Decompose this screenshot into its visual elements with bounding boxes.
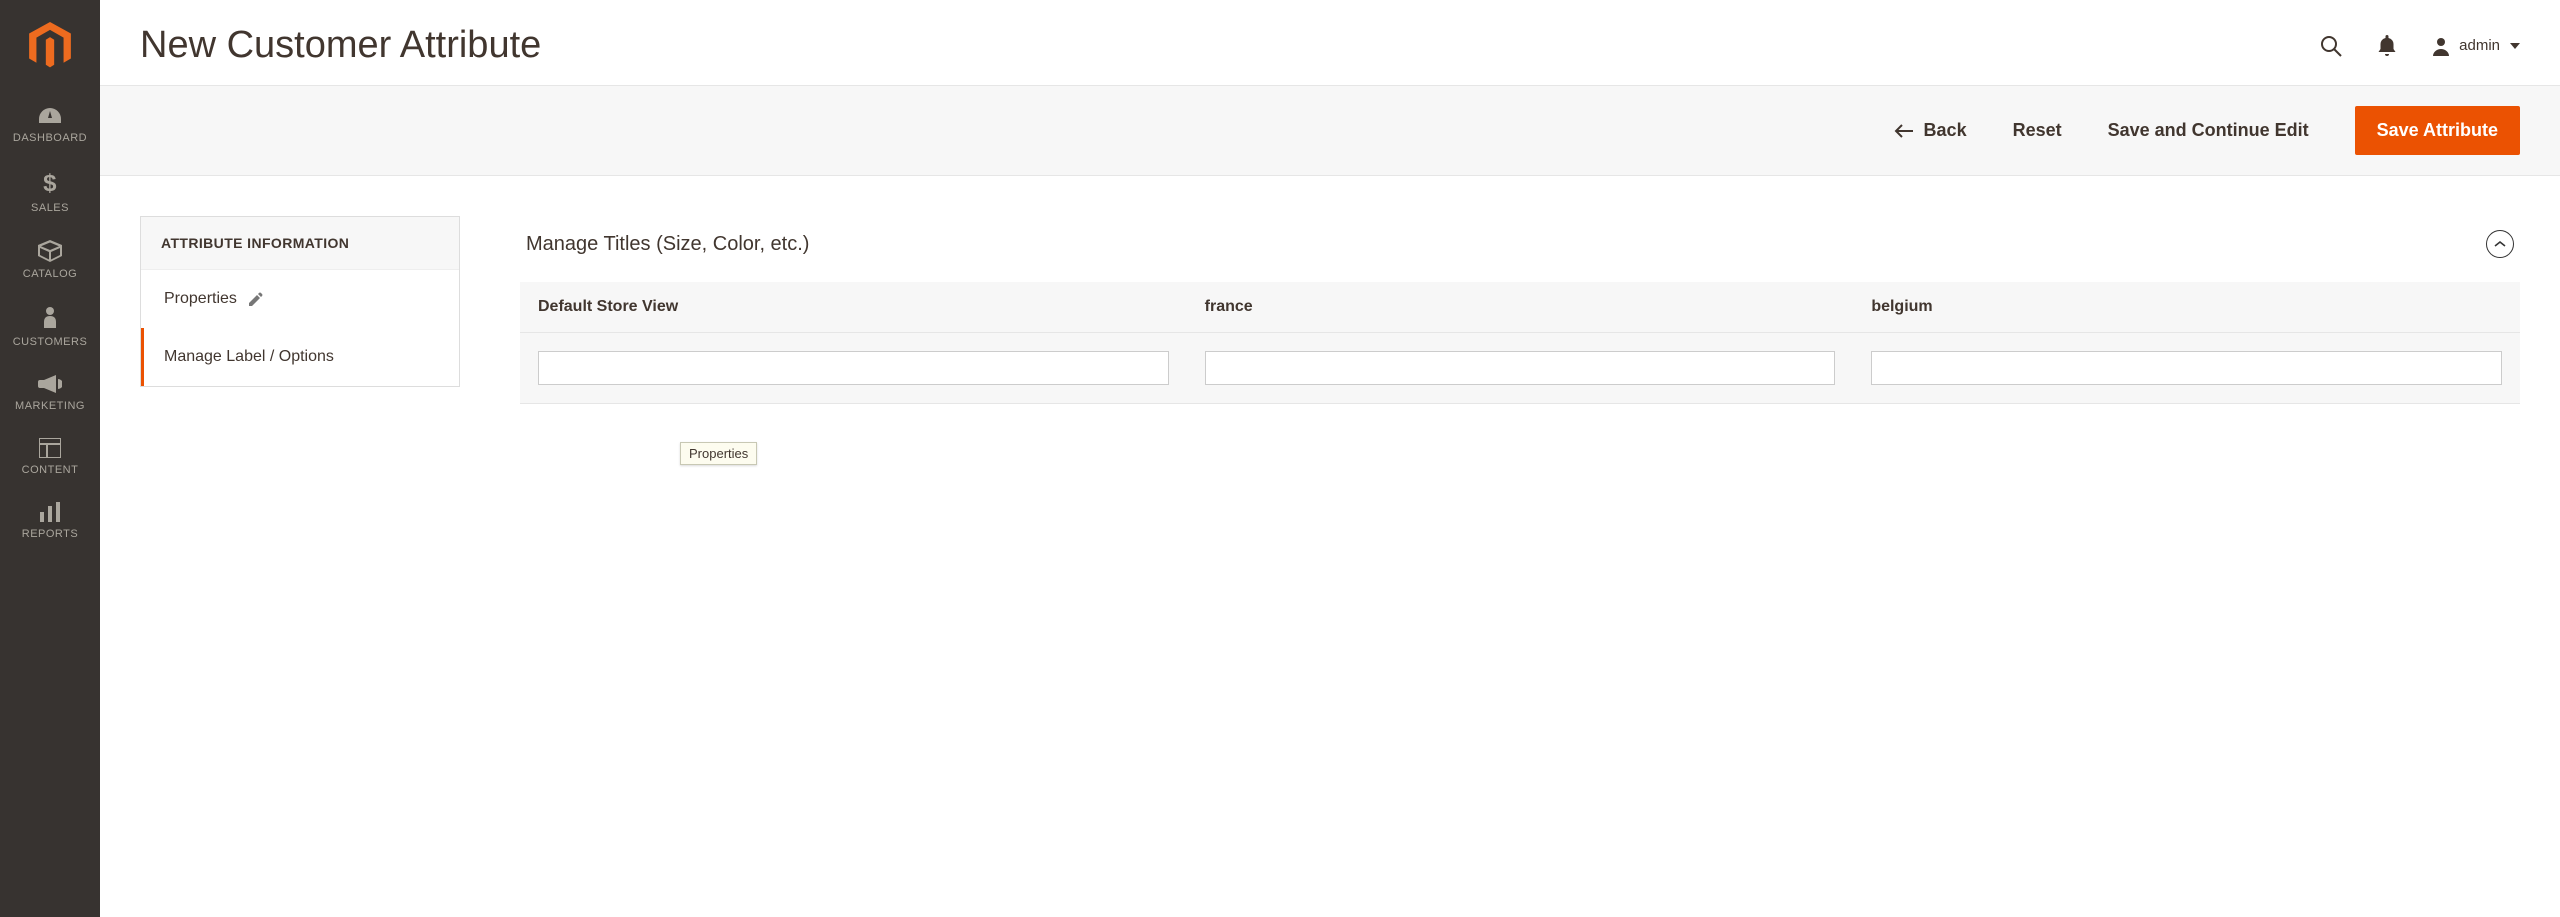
- sidebar-item-catalog[interactable]: CATALOG: [0, 228, 100, 294]
- save-continue-label: Save and Continue Edit: [2108, 120, 2309, 141]
- bar-chart-icon: [39, 502, 61, 522]
- section-title: Manage Titles (Size, Color, etc.): [526, 233, 809, 256]
- titles-table: Default Store View france belgium: [520, 282, 2520, 404]
- title-input-default-store-view[interactable]: [538, 351, 1169, 385]
- chevron-up-icon: [2494, 240, 2506, 248]
- tab-manage-label-options[interactable]: Manage Label / Options: [141, 328, 459, 386]
- sidebar-item-dashboard[interactable]: DASHBOARD: [0, 94, 100, 158]
- user-name: admin: [2459, 37, 2500, 54]
- title-input-belgium[interactable]: [1871, 351, 2502, 385]
- save-continue-button[interactable]: Save and Continue Edit: [2108, 120, 2309, 141]
- dashboard-icon: [37, 106, 63, 126]
- tab-label: Manage Label / Options: [164, 348, 334, 366]
- user-menu[interactable]: admin: [2431, 36, 2520, 56]
- col-header: france: [1187, 282, 1854, 333]
- table-header-row: Default Store View france belgium: [520, 282, 2520, 333]
- sidebar-label: CATALOG: [23, 268, 77, 280]
- sidebar-label: DASHBOARD: [13, 132, 87, 144]
- tooltip: Properties: [680, 442, 757, 465]
- sidebar-item-customers[interactable]: CUSTOMERS: [0, 294, 100, 362]
- save-attribute-button[interactable]: Save Attribute: [2355, 106, 2520, 155]
- back-button[interactable]: Back: [1894, 120, 1967, 141]
- svg-text:$: $: [43, 170, 57, 196]
- layout-icon: [39, 438, 61, 458]
- page-title: New Customer Attribute: [140, 24, 541, 67]
- person-icon: [42, 306, 58, 330]
- admin-sidebar: DASHBOARD $ SALES CATALOG CUSTOMERS MARK…: [0, 0, 100, 917]
- megaphone-icon: [38, 374, 62, 394]
- chevron-down-icon: [2510, 43, 2520, 49]
- col-header: Default Store View: [520, 282, 1187, 333]
- sidebar-item-sales[interactable]: $ SALES: [0, 158, 100, 228]
- sidebar-item-reports[interactable]: REPORTS: [0, 490, 100, 554]
- magento-logo-icon[interactable]: [29, 22, 71, 70]
- table-row: [520, 333, 2520, 404]
- dollar-icon: $: [42, 170, 58, 196]
- tab-properties[interactable]: Properties: [141, 270, 459, 328]
- search-icon[interactable]: [2319, 34, 2343, 58]
- sidebar-label: SALES: [31, 202, 69, 214]
- back-label: Back: [1924, 120, 1967, 141]
- title-input-france[interactable]: [1205, 351, 1836, 385]
- action-bar: Back Reset Save and Continue Edit Save A…: [100, 85, 2560, 176]
- attribute-info-panel: ATTRIBUTE INFORMATION Properties Manage …: [140, 216, 460, 387]
- reset-button[interactable]: Reset: [2013, 120, 2062, 141]
- reset-label: Reset: [2013, 120, 2062, 141]
- bell-icon[interactable]: [2377, 35, 2397, 57]
- user-icon: [2431, 36, 2451, 56]
- tab-label: Properties: [164, 290, 237, 308]
- arrow-left-icon: [1894, 124, 1914, 138]
- pencil-icon: [249, 292, 263, 306]
- col-header: belgium: [1853, 282, 2520, 333]
- sidebar-item-content[interactable]: CONTENT: [0, 426, 100, 490]
- attribute-info-title: ATTRIBUTE INFORMATION: [141, 217, 459, 270]
- page-header: New Customer Attribute admin: [100, 0, 2560, 85]
- sidebar-label: REPORTS: [22, 528, 78, 540]
- box-icon: [38, 240, 62, 262]
- sidebar-label: MARKETING: [15, 400, 85, 412]
- sidebar-label: CONTENT: [22, 464, 79, 476]
- save-label: Save Attribute: [2377, 120, 2498, 141]
- sidebar-item-marketing[interactable]: MARKETING: [0, 362, 100, 426]
- collapse-toggle[interactable]: [2486, 230, 2514, 258]
- sidebar-label: CUSTOMERS: [13, 336, 88, 348]
